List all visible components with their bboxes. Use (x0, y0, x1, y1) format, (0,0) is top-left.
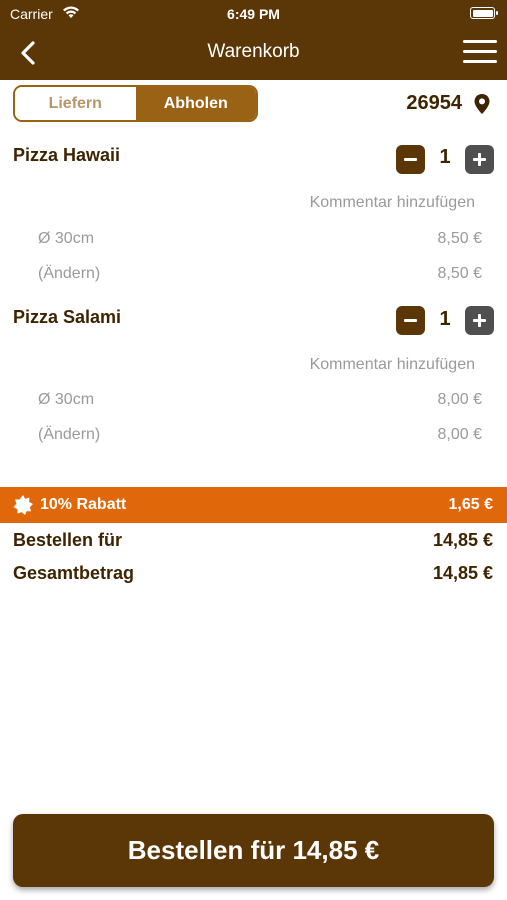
increase-quantity-button[interactable] (465, 145, 494, 174)
total-value: 14,85 € (432, 563, 493, 583)
place-order-button[interactable]: Bestellen für 14,85 € (13, 814, 494, 887)
battery-icon (470, 7, 498, 19)
tab-abholen[interactable]: Abholen (135, 87, 256, 120)
decrease-quantity-button[interactable] (396, 306, 425, 335)
quantity-value: 1 (439, 308, 451, 330)
page-title: Warenkorb (207, 41, 300, 62)
badge-icon (13, 495, 33, 515)
item-size-label: Ø 30cm (38, 391, 95, 408)
decrease-quantity-button[interactable] (396, 145, 425, 174)
order-for-value: 14,85 € (432, 530, 493, 550)
add-comment-link[interactable]: Kommentar hinzufügen (310, 194, 475, 212)
cart-item-name: Pizza Salami (13, 307, 122, 327)
increase-quantity-button[interactable] (465, 306, 494, 335)
item-change-link[interactable]: (Ändern) (38, 265, 100, 283)
status-bar: Carrier 6:49 PM (0, 0, 507, 28)
item-size-label: Ø 30cm (38, 230, 95, 247)
discount-label: 10% Rabatt (40, 496, 127, 513)
order-for-label: Bestellen für (13, 530, 123, 550)
cart-item-name: Pizza Hawaii (13, 145, 121, 165)
add-comment-link[interactable]: Kommentar hinzufügen (310, 356, 475, 374)
item-change-link[interactable]: (Ändern) (38, 426, 100, 444)
tab-liefern[interactable]: Liefern (15, 87, 136, 120)
hamburger-menu-icon[interactable] (463, 38, 497, 66)
item-size-price: 8,00 € (437, 391, 482, 408)
total-label: Gesamtbetrag (13, 563, 135, 583)
delivery-mode-toggle: Liefern Abholen (13, 85, 258, 122)
item-size-price: 8,50 € (437, 230, 482, 247)
discount-banner: 10% Rabatt 1,65 € (0, 487, 507, 523)
postal-code[interactable]: 26954 (406, 92, 462, 115)
quantity-value: 1 (439, 146, 451, 168)
discount-amount: 1,65 € (448, 496, 493, 513)
top-bar: Carrier 6:49 PM Warenkorb (0, 0, 507, 80)
item-change-price: 8,00 € (437, 426, 482, 443)
status-time: 6:49 PM (227, 6, 280, 22)
item-change-price: 8,50 € (437, 265, 482, 282)
location-pin-icon[interactable] (473, 93, 491, 115)
